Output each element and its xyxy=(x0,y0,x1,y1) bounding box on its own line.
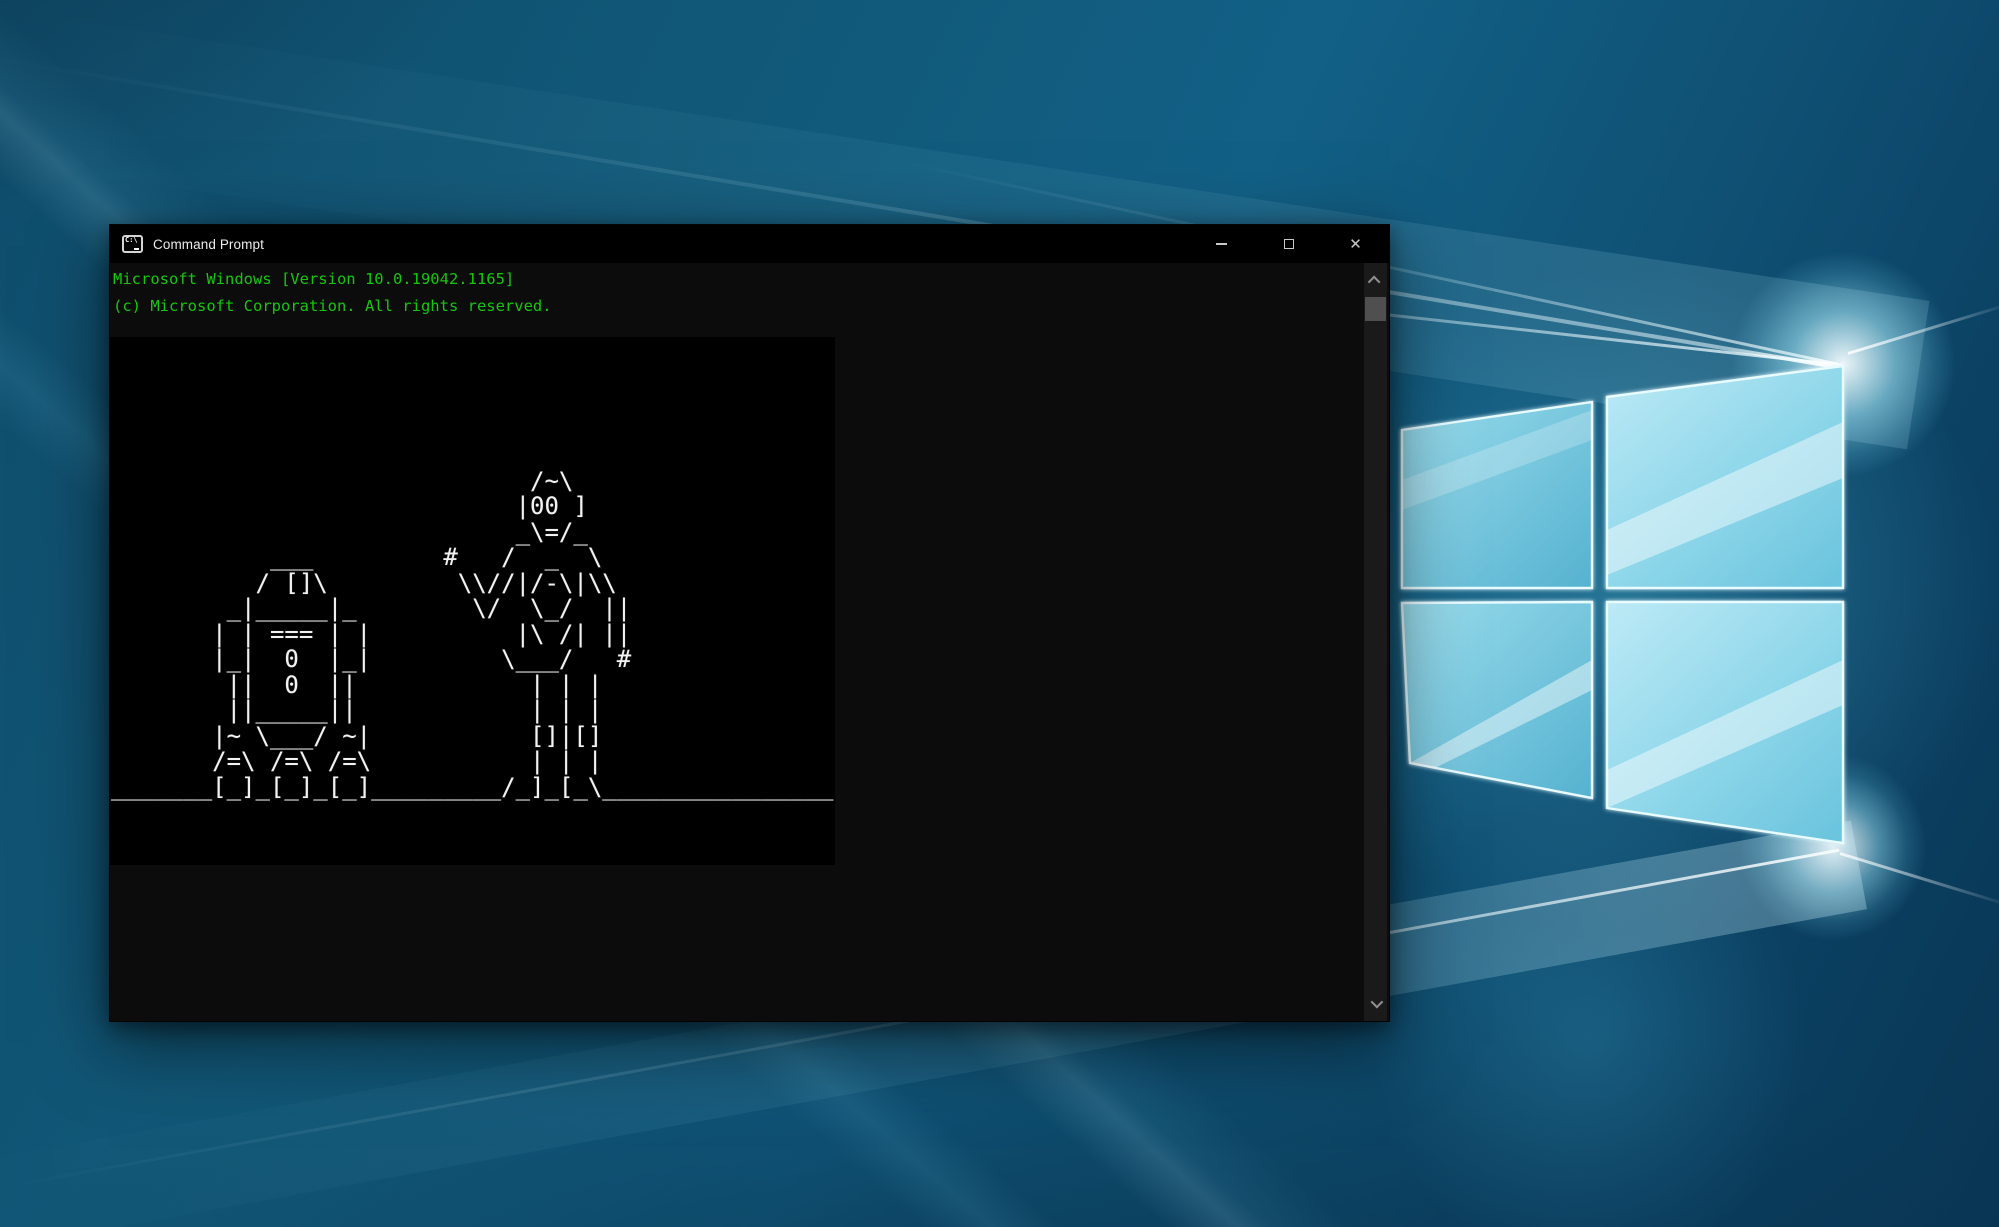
command-prompt-window: C:\ Command Prompt ✕ Microsoft Windows [… xyxy=(109,224,1390,1022)
minimize-icon xyxy=(1216,243,1227,245)
scrollbar-thumb[interactable] xyxy=(1365,297,1386,321)
cmd-icon-cursor xyxy=(134,248,139,250)
windows-logo xyxy=(1395,360,1850,855)
cmd-icon-text: C:\ xyxy=(125,237,138,244)
window-title: Command Prompt xyxy=(153,237,264,252)
chevron-down-icon xyxy=(1371,996,1384,1009)
close-button[interactable]: ✕ xyxy=(1322,225,1389,263)
console-output[interactable]: Microsoft Windows [Version 10.0.19042.11… xyxy=(110,263,1389,1021)
console-version-banner: Microsoft Windows [Version 10.0.19042.11… xyxy=(113,266,552,320)
close-icon: ✕ xyxy=(1349,237,1362,252)
scrollbar[interactable] xyxy=(1364,263,1387,1021)
chevron-up-icon xyxy=(1368,276,1381,289)
maximize-icon xyxy=(1284,239,1294,249)
minimize-button[interactable] xyxy=(1188,225,1255,263)
light-ray-right-bottom xyxy=(1840,852,1999,907)
desktop: C:\ Command Prompt ✕ Microsoft Windows [… xyxy=(0,0,1999,1227)
maximize-button[interactable] xyxy=(1255,225,1322,263)
titlebar[interactable]: C:\ Command Prompt ✕ xyxy=(110,225,1389,263)
ascii-art-frame: /~\ |00 ] _\=/_ ___ # / _ \ / []\ \\//|/… xyxy=(110,337,835,865)
ascii-art-r2d2-c3po: /~\ |00 ] _\=/_ ___ # / _ \ / []\ \\//|/… xyxy=(111,341,833,826)
light-ray-right-top xyxy=(1848,302,1999,355)
cmd-icon[interactable]: C:\ xyxy=(122,235,143,253)
scroll-up-button[interactable] xyxy=(1364,269,1387,292)
scroll-down-button[interactable] xyxy=(1364,992,1387,1015)
